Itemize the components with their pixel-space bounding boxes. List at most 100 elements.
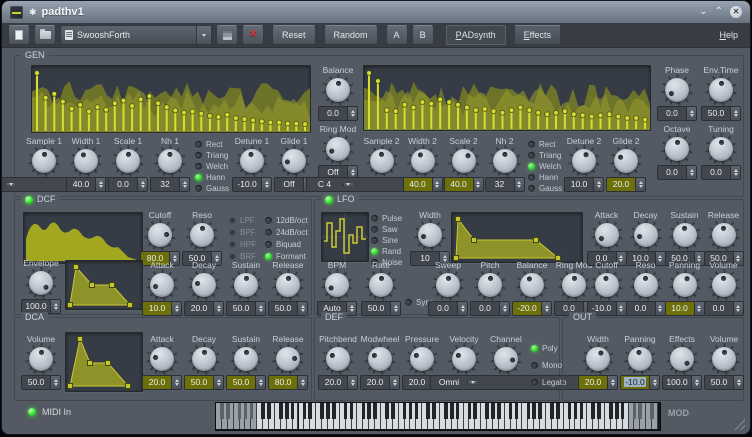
random-button[interactable]: Random (324, 25, 378, 45)
spin-dca-adsr-attack[interactable]: 20.0 (142, 375, 182, 390)
piano-key-black[interactable] (444, 403, 448, 419)
piano-key-black[interactable] (580, 403, 584, 419)
spin-arrows-icon[interactable] (347, 107, 357, 120)
spin-gen-osc2b-glide-2[interactable]: 20.0 (606, 177, 646, 192)
spin-arrows-icon[interactable] (694, 302, 704, 315)
spin-arrows-icon[interactable] (171, 302, 181, 315)
piano-key-black[interactable] (456, 403, 460, 419)
spin-arrows-icon[interactable] (733, 376, 743, 389)
preset-dropdown-arrow[interactable] (196, 26, 211, 44)
spin-arrows-icon[interactable] (95, 178, 105, 191)
piano-key-black[interactable] (362, 403, 366, 419)
spin-arrows-icon[interactable] (649, 376, 659, 389)
radio-bpf[interactable]: BPF (229, 228, 256, 236)
knob-gen-osc1a-sample-1[interactable] (31, 148, 57, 174)
piano-key-black[interactable] (220, 403, 224, 419)
radio-hann[interactable]: Hann (528, 173, 562, 181)
spin-lfo-mods2-panning[interactable]: 10.0 (665, 301, 705, 316)
radio-brf[interactable]: BRF (229, 252, 256, 260)
dcf-envelope-display[interactable] (65, 260, 143, 310)
piano-key-black[interactable] (385, 403, 389, 419)
piano-key-black[interactable] (391, 403, 395, 419)
spin-arrows-icon[interactable] (179, 178, 189, 191)
spin-arrows-icon[interactable] (733, 302, 743, 315)
knob-dca-adsr-release[interactable] (275, 346, 301, 372)
knob-lfo-mods1-balance[interactable] (519, 272, 545, 298)
spin-arrows-icon[interactable] (261, 178, 271, 191)
dropdown-arrow-icon[interactable] (467, 381, 477, 384)
spin-arrows-icon[interactable] (137, 178, 147, 191)
piano-key-black[interactable] (367, 403, 371, 419)
radio-welch[interactable]: Welch (528, 162, 562, 170)
spin-arrows-icon[interactable] (297, 302, 307, 315)
knob-dcf-adsr-sustain[interactable] (233, 272, 259, 298)
knob-dcf-adsr-attack[interactable] (149, 272, 175, 298)
spin-gen-right2-octave[interactable]: 0.0 (657, 165, 697, 180)
spin-lfo-mods2-reso[interactable]: 0.0 (626, 301, 666, 316)
tab-padsynth[interactable]: PADsynth (446, 25, 506, 45)
piano-key-black[interactable] (332, 403, 336, 419)
spin-dcf-adsr-sustain[interactable]: 50.0 (226, 301, 266, 316)
knob-def-row-velocity[interactable] (451, 346, 477, 372)
spin-gen-osc1a-nh-1[interactable]: 32 (150, 177, 190, 192)
radio-triang[interactable]: Triang (528, 151, 562, 159)
piano-key-black[interactable] (261, 403, 265, 419)
knob-dcf-main-reso[interactable] (189, 222, 215, 248)
knob-gen-mid-ring-ring-mod[interactable] (325, 136, 351, 162)
radio-triang[interactable]: Triang (195, 151, 229, 159)
radio-formant[interactable]: Formant (265, 252, 308, 260)
knob-gen-osc2a-width-2[interactable] (410, 148, 436, 174)
knob-dca-vol-volume[interactable] (28, 346, 54, 372)
knob-lfo-mods2-panning[interactable] (672, 272, 698, 298)
spin-arrows-icon[interactable] (686, 107, 696, 120)
spin-gen-mid-bal-balance[interactable]: 0.0 (318, 106, 358, 121)
radio-gauss[interactable]: Gauss (195, 184, 229, 192)
b-button[interactable]: B (412, 25, 434, 45)
spin-arrows-icon[interactable] (730, 166, 740, 179)
knob-dca-adsr-sustain[interactable] (233, 346, 259, 372)
piano-key-black[interactable] (473, 403, 477, 419)
spin-out-row-effects[interactable]: 100.0 (662, 375, 702, 390)
knob-gen-osc2a-scale-2[interactable] (451, 148, 477, 174)
spin-arrows-icon[interactable] (514, 178, 524, 191)
minimize-icon[interactable]: ⌄ (699, 7, 707, 17)
piano-key-black[interactable] (308, 403, 312, 419)
knob-gen-osc1a-scale-1[interactable] (115, 148, 141, 174)
titlebar[interactable]: ✱ padthv1 ⌄ ⌃ ✕ (2, 1, 750, 23)
radio-hpf[interactable]: HPF (229, 240, 256, 248)
dca-envelope-display[interactable] (65, 332, 143, 392)
spin-gen-osc1b-detune-1[interactable]: -10.0 (232, 177, 272, 192)
knob-gen-osc2b-detune-2[interactable] (571, 148, 597, 174)
piano-key-black[interactable] (609, 403, 613, 419)
delete-preset-button[interactable]: ✕ (242, 25, 264, 45)
spin-arrows-icon[interactable] (457, 302, 467, 315)
radio-rect[interactable]: Rect (195, 140, 229, 148)
knob-gen-osc2b-glide-2[interactable] (613, 148, 639, 174)
knob-gen-osc1b-glide-1[interactable] (281, 148, 307, 174)
spin-dcf-adsr-decay[interactable]: 20.0 (184, 301, 224, 316)
knob-out-row-effects[interactable] (669, 346, 695, 372)
radio-biquad[interactable]: Biquad (265, 240, 308, 248)
spin-gen-right1-phase[interactable]: 0.0 (657, 106, 697, 121)
piano-key-black[interactable] (279, 403, 283, 419)
knob-dcf-adsr-release[interactable] (275, 272, 301, 298)
piano-key-black[interactable] (350, 403, 354, 419)
spin-arrows-icon[interactable] (686, 166, 696, 179)
lfo-envelope-display[interactable] (451, 212, 583, 263)
knob-lfo-adsr-release[interactable] (711, 222, 737, 248)
knob-lfo-width-width[interactable] (417, 222, 443, 248)
piano-key-black[interactable] (597, 403, 601, 419)
radio-lpf[interactable]: LPF (229, 216, 256, 224)
spin-arrows-icon[interactable] (50, 376, 60, 389)
piano-key-black[interactable] (568, 403, 572, 419)
knob-dcf-adsr-decay[interactable] (191, 272, 217, 298)
piano-key-black[interactable] (250, 403, 254, 419)
piano-key-black[interactable] (650, 403, 654, 419)
piano-key-black[interactable] (244, 403, 248, 419)
knob-gen-osc1a-width-1[interactable] (73, 148, 99, 174)
knob-lfo-mods1-sweep[interactable] (435, 272, 461, 298)
knob-def-row-modwheel[interactable] (367, 346, 393, 372)
radio-rand[interactable]: Rand (371, 247, 402, 255)
knob-gen-osc1a-nh-1[interactable] (157, 148, 183, 174)
piano-key-black[interactable] (615, 403, 619, 419)
